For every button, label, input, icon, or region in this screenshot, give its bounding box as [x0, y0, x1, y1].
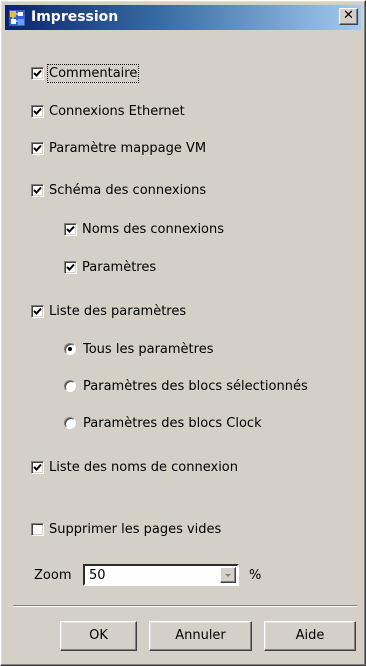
divider [13, 605, 357, 607]
liste-parametres-label: Liste des paramètres [49, 303, 187, 319]
zoom-value: 50 [89, 568, 106, 583]
checkbox-box[interactable] [31, 66, 44, 80]
checkbox-noms-connexions[interactable]: Noms des connexions [64, 220, 224, 238]
tous-parametres-label: Tous les paramètres [83, 341, 214, 357]
radio-button[interactable] [64, 380, 76, 392]
checkbox-box[interactable] [31, 141, 44, 155]
parametre-mappage-vm-label: Paramètre mappage VM [49, 140, 207, 156]
commentaire-label: Commentaire [46, 63, 140, 83]
liste-noms-connexion-label: Liste des noms de connexion [49, 459, 239, 475]
checkbox-box[interactable] [31, 460, 44, 474]
checkbox-box[interactable] [31, 522, 44, 536]
radio-parametres-blocs-selectionnes[interactable]: Paramètres des blocs sélectionnés [64, 377, 308, 395]
checkbox-box[interactable] [64, 260, 77, 274]
radio-parametres-blocs-clock[interactable]: Paramètres des blocs Clock [64, 414, 262, 432]
checkbox-box[interactable] [31, 304, 44, 318]
close-icon: ✕ [343, 8, 354, 23]
radio-button[interactable] [64, 417, 76, 429]
checkbox-box[interactable] [31, 104, 44, 118]
radio-tous-parametres[interactable]: Tous les paramètres [64, 340, 213, 358]
ok-button[interactable]: OK [60, 621, 137, 651]
supprimer-pages-vides-label: Supprimer les pages vides [49, 521, 222, 537]
close-button[interactable]: ✕ [339, 8, 358, 25]
connexions-ethernet-label: Connexions Ethernet [49, 103, 185, 119]
aide-button[interactable]: Aide [264, 621, 356, 651]
checkbox-box[interactable] [64, 222, 77, 236]
parametres-label: Paramètres [82, 259, 157, 275]
checkbox-box[interactable] [31, 183, 44, 197]
print-dialog: Impression ✕ Commentaire Connexions Ethe… [0, 0, 366, 666]
radio-selected-dot [68, 347, 72, 351]
checkbox-schema-connexions[interactable]: Schéma des connexions [31, 181, 206, 199]
chevron-down-icon [225, 574, 231, 577]
parametres-blocs-clock-label: Paramètres des blocs Clock [83, 415, 262, 431]
zoom-dropdown-button[interactable] [220, 567, 236, 583]
zoom-combobox[interactable]: 50 [83, 564, 239, 586]
checkbox-commentaire[interactable]: Commentaire [31, 63, 140, 83]
zoom-label: Zoom [34, 568, 72, 583]
print-settings-icon [9, 10, 25, 26]
parametres-blocs-selectionnes-label: Paramètres des blocs sélectionnés [83, 378, 308, 394]
noms-connexions-label: Noms des connexions [82, 221, 225, 237]
checkbox-connexions-ethernet[interactable]: Connexions Ethernet [31, 102, 185, 120]
radio-button[interactable] [64, 343, 76, 355]
schema-connexions-label: Schéma des connexions [49, 182, 207, 198]
checkbox-parametres[interactable]: Paramètres [64, 258, 156, 276]
checkbox-liste-noms-connexion[interactable]: Liste des noms de connexion [31, 458, 238, 476]
annuler-button[interactable]: Annuler [149, 621, 252, 651]
title-bar[interactable]: Impression ✕ [5, 5, 361, 30]
checkbox-parametre-mappage-vm[interactable]: Paramètre mappage VM [31, 139, 206, 157]
zoom-unit: % [249, 568, 262, 583]
dialog-title: Impression [31, 9, 119, 25]
checkbox-supprimer-pages-vides[interactable]: Supprimer les pages vides [31, 520, 221, 538]
checkbox-liste-parametres[interactable]: Liste des paramètres [31, 302, 186, 320]
